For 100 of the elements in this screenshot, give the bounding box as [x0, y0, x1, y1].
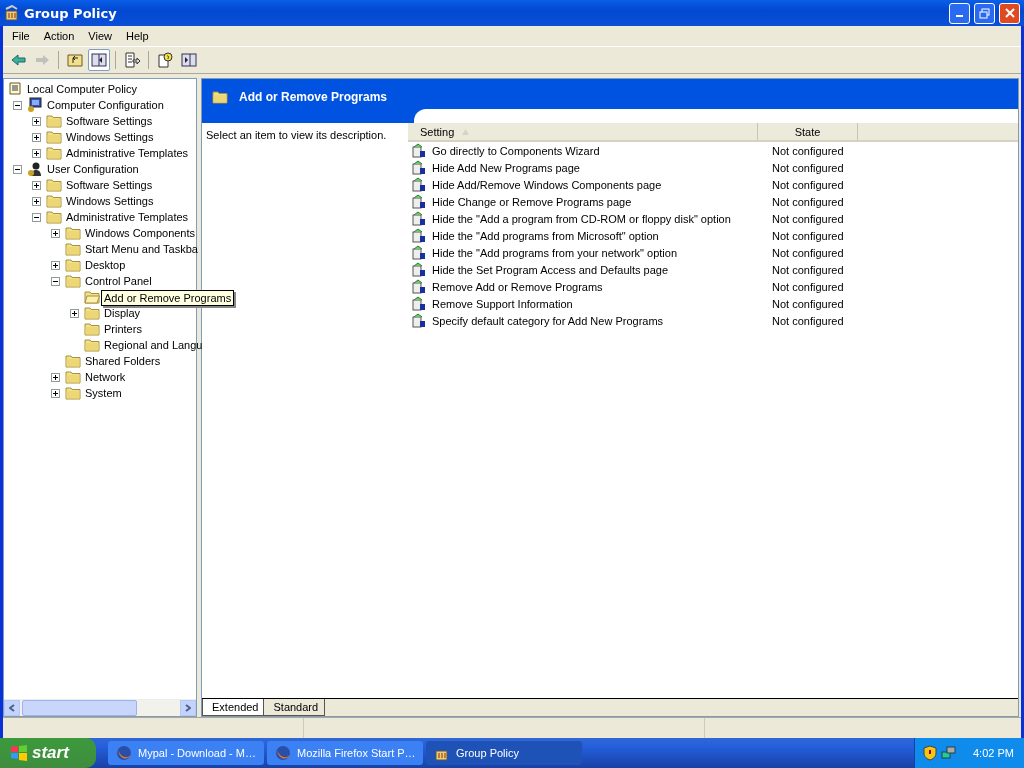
expand-box[interactable] — [32, 148, 41, 158]
menu-item[interactable]: File — [5, 30, 37, 42]
taskbar-button[interactable]: Group Policy — [426, 741, 582, 765]
setting-name[interactable]: Hide Add/Remove Windows Components page — [432, 178, 662, 191]
tree-item[interactable]: Computer Configuration — [46, 98, 165, 112]
policy-setting-icon — [412, 245, 427, 260]
tree-item[interactable]: Local Computer Policy — [26, 82, 139, 96]
tree-item[interactable]: Control Panel — [84, 274, 153, 288]
column-header[interactable]: Setting — [408, 123, 758, 140]
folder-icon — [65, 386, 81, 400]
shield-icon[interactable] — [923, 745, 937, 761]
folder-icon — [46, 146, 62, 160]
setting-state: Not configured — [771, 161, 844, 174]
folder-icon — [46, 114, 62, 128]
pane-toggle-icon — [91, 53, 107, 67]
folder-icon — [84, 338, 100, 352]
user-icon — [27, 161, 43, 177]
close-button[interactable] — [999, 2, 1020, 24]
setting-name[interactable]: Hide the "Add programs from your network" option — [432, 246, 678, 259]
taskbar-button[interactable]: Mozilla Firefox Start P… — [267, 741, 423, 765]
policy-setting-icon — [412, 160, 427, 175]
tree-item[interactable]: Printers — [103, 322, 143, 336]
tree-item[interactable]: Regional and Langu — [103, 338, 204, 352]
policy-setting-icon — [412, 296, 427, 311]
menu-item[interactable]: View — [81, 30, 119, 42]
setting-state: Not configured — [771, 263, 844, 276]
tree-item[interactable]: Shared Folders — [84, 354, 162, 368]
minimize-icon — [956, 15, 963, 17]
tree-item[interactable]: Windows Settings — [65, 130, 155, 144]
scroll-right-button[interactable] — [180, 700, 196, 716]
collapse-box[interactable] — [32, 212, 41, 222]
policy-setting-icon — [412, 177, 427, 192]
toolbar-button[interactable] — [88, 49, 110, 71]
setting-state: Not configured — [771, 246, 844, 259]
expand-box[interactable] — [32, 180, 41, 190]
sort-arrow-icon — [462, 128, 470, 135]
tree-item[interactable]: Network — [84, 370, 127, 384]
tree-item[interactable]: Administrative Templates — [65, 146, 190, 160]
expand-box[interactable] — [70, 308, 79, 318]
folder-icon — [212, 90, 228, 104]
globe-icon — [116, 745, 132, 761]
folder-icon — [84, 322, 100, 336]
policy-setting-icon — [412, 211, 427, 226]
tree-item[interactable]: System — [84, 386, 123, 400]
tree-item[interactable]: Software Settings — [65, 178, 154, 192]
scroll-left-button[interactable] — [4, 700, 20, 716]
setting-name[interactable]: Hide the Set Program Access and Defaults page — [432, 263, 669, 276]
view-tab[interactable]: Standard — [263, 699, 326, 716]
collapse-box[interactable] — [13, 100, 22, 110]
expand-box[interactable] — [32, 196, 41, 206]
setting-name[interactable]: Hide the "Add a program from CD-ROM or floppy disk" option — [432, 212, 731, 225]
description-text: Select an item to view its description. — [206, 129, 387, 141]
setting-state: Not configured — [771, 144, 844, 157]
scrollbar-thumb[interactable] — [22, 700, 137, 716]
tree-item[interactable]: User Configuration — [46, 162, 140, 176]
folder-icon — [65, 354, 81, 368]
taskbar-button[interactable]: Mypal - Download - M… — [108, 741, 264, 765]
network-icon[interactable] — [941, 745, 957, 761]
start-button[interactable]: start — [0, 738, 96, 768]
tree-item[interactable]: Administrative Templates — [65, 210, 190, 224]
tooltip: Add or Remove Programs — [101, 290, 235, 306]
setting-name[interactable]: Remove Add or Remove Programs — [432, 280, 603, 293]
setting-name[interactable]: Remove Support Information — [432, 297, 573, 310]
tree-item[interactable]: Start Menu and Taskba — [84, 242, 199, 256]
tree-item[interactable]: Desktop — [84, 258, 127, 272]
expand-box[interactable] — [32, 116, 41, 126]
tree-item[interactable]: Software Settings — [65, 114, 154, 128]
up-folder-icon — [67, 54, 83, 67]
setting-state: Not configured — [771, 297, 844, 310]
expand-box[interactable] — [51, 260, 60, 270]
window-title: Group Policy — [24, 5, 118, 21]
folder-icon — [46, 130, 62, 144]
menu-item[interactable]: Help — [118, 30, 156, 42]
setting-name[interactable]: Hide Change or Remove Programs page — [432, 195, 632, 208]
folder-icon — [46, 210, 62, 224]
expand-box[interactable] — [51, 228, 60, 238]
setting-state: Not configured — [771, 195, 844, 208]
setting-state: Not configured — [771, 280, 844, 293]
setting-name[interactable]: Hide the "Add programs from Microsoft" option — [432, 229, 659, 242]
menu-item[interactable]: Action — [36, 30, 82, 42]
tree-item[interactable]: Windows Settings — [65, 194, 155, 208]
restore-button[interactable] — [974, 2, 995, 24]
computer-icon — [27, 97, 43, 113]
minimize-button[interactable] — [949, 2, 970, 24]
view-tab[interactable]: Extended — [202, 699, 266, 716]
column-header[interactable]: State — [758, 123, 858, 140]
tree-item[interactable]: Windows Components — [84, 226, 197, 240]
setting-state: Not configured — [771, 229, 844, 242]
collapse-box[interactable] — [13, 164, 22, 174]
setting-name[interactable]: Hide Add New Programs page — [432, 161, 580, 174]
expand-box[interactable] — [51, 388, 60, 398]
expand-box[interactable] — [51, 372, 60, 382]
action-pane-icon — [181, 53, 197, 67]
setting-name[interactable]: Go directly to Components Wizard — [432, 144, 600, 157]
tree-item[interactable]: Display — [103, 306, 142, 320]
expand-box[interactable] — [32, 132, 41, 142]
globe-icon — [275, 745, 291, 761]
folder-icon — [65, 242, 81, 256]
setting-name[interactable]: Specify default category for Add New Programs — [432, 314, 664, 327]
collapse-box[interactable] — [51, 276, 60, 286]
